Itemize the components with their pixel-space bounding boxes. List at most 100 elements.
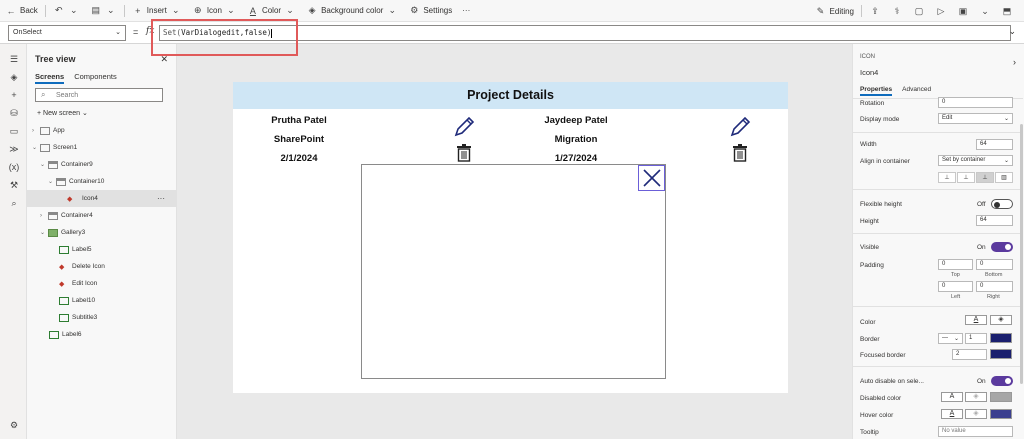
focused-border-color-swatch[interactable] — [990, 349, 1012, 359]
checker-button[interactable]: ⚕ — [886, 0, 908, 22]
settings-button[interactable]: ⚙ Settings — [403, 0, 457, 22]
property-dropdown[interactable]: OnSelect ⌄ — [8, 25, 126, 41]
toolbar-right-group: ✎ Editing ⇪ ⚕ ▢ ▷ ▣ ⌄ ⬒ — [810, 0, 1018, 22]
auto-disable-toggle[interactable] — [991, 376, 1013, 386]
border-color-swatch[interactable] — [990, 333, 1012, 343]
align-stretch-button[interactable]: ▥ — [995, 172, 1013, 183]
delete-trash-icon[interactable] — [456, 144, 472, 162]
width-input[interactable]: 64 — [976, 139, 1013, 150]
align-center-button[interactable]: ⊥ — [957, 172, 975, 183]
chevron-right-icon[interactable]: › — [1013, 57, 1016, 67]
tab-properties[interactable]: Properties — [860, 86, 893, 96]
tree-search-input[interactable]: ⌕ Search — [35, 88, 163, 102]
share-button[interactable]: ⇪ — [864, 0, 886, 22]
new-screen-button[interactable]: + New screen ⌄ — [37, 109, 88, 117]
focused-border-input[interactable]: 2 — [952, 349, 987, 360]
tree-node-subtitle3[interactable]: Subtitle3 — [27, 309, 177, 326]
hover-color-swatch[interactable] — [990, 409, 1012, 419]
editing-button[interactable]: ✎ Editing — [810, 0, 859, 22]
align-end-button[interactable]: ⊥ — [976, 172, 994, 183]
align-start-button[interactable]: ⊥ — [938, 172, 956, 183]
height-input[interactable]: 64 — [976, 215, 1013, 226]
visible-toggle[interactable] — [991, 242, 1013, 252]
save-options-button[interactable]: ⌄ — [974, 0, 996, 22]
back-button[interactable]: ← Back — [0, 0, 43, 22]
hover-fill-swatch[interactable]: ◈ — [965, 409, 987, 419]
tree-node-label: Container10 — [69, 178, 105, 185]
equals-sign: = — [133, 27, 139, 37]
undo-button[interactable]: ↶ ⌄ — [48, 0, 85, 22]
disabled-fill-swatch[interactable]: ◈ — [965, 392, 987, 402]
disabled-text-color-swatch[interactable]: A — [941, 392, 963, 402]
publish-button[interactable]: ⬒ — [996, 0, 1018, 22]
tree-node-label6[interactable]: Label6 — [27, 326, 177, 343]
settings-rail-icon[interactable]: ⚙ — [8, 420, 20, 432]
card-project: SharePoint — [273, 134, 325, 145]
tree-node-app[interactable]: › App — [27, 122, 177, 139]
search-rail-icon[interactable]: ⌕ — [8, 198, 20, 210]
padding-bottom-caption: Bottom — [985, 272, 1003, 278]
edit-pencil-icon[interactable] — [729, 116, 751, 138]
tree-node-delete-icon[interactable]: ◆ Delete Icon — [27, 258, 177, 275]
card-name: Jaydeep Patel — [544, 115, 608, 126]
border-style-dropdown[interactable]: — ⌄ — [938, 333, 963, 344]
comments-button[interactable]: ▢ — [908, 0, 930, 22]
tree-node-label10[interactable]: Label10 — [27, 292, 177, 309]
paste-button[interactable]: ▤ ⌄ — [85, 0, 122, 22]
play-button[interactable]: ▷ — [930, 0, 952, 22]
power-automate-icon[interactable]: ≫ — [8, 144, 20, 156]
stethoscope-icon: ⚕ — [894, 5, 900, 16]
edit-pencil-icon[interactable] — [453, 116, 475, 138]
properties-pane: ICON Icon4 › Properties Advanced Rotatio… — [852, 44, 1024, 439]
padding-top-input[interactable]: 0 — [938, 259, 973, 270]
tree-node-edit-icon[interactable]: ◆ Edit Icon — [27, 275, 177, 292]
padding-left-input[interactable]: 0 — [938, 281, 973, 292]
pencil-icon: ✎ — [816, 5, 825, 16]
close-icon[interactable] — [638, 165, 665, 191]
align-in-container-dropdown[interactable]: Set by container ⌄ — [938, 155, 1013, 166]
display-mode-dropdown[interactable]: Edit ⌄ — [938, 113, 1013, 124]
variables-icon[interactable]: (x) — [8, 162, 20, 174]
flexible-height-toggle[interactable] — [991, 199, 1013, 209]
gallery-icon — [48, 228, 58, 237]
tree-node-icon4[interactable]: ◆ Icon4 ··· — [27, 190, 177, 207]
clipboard-icon: ▤ — [91, 5, 101, 15]
data-icon[interactable]: ⛁ — [8, 108, 20, 120]
text-color-swatch[interactable]: A — [965, 315, 987, 325]
padding-bottom-input[interactable]: 0 — [976, 259, 1013, 270]
tab-screens[interactable]: Screens — [35, 72, 65, 84]
card-project: Migration — [554, 134, 598, 145]
properties-scrollbar[interactable] — [1020, 124, 1023, 384]
tab-advanced[interactable]: Advanced — [902, 86, 931, 96]
tree-node-label5[interactable]: Label5 — [27, 241, 177, 258]
tree-node-label: Container4 — [61, 212, 93, 219]
fill-color-swatch[interactable]: ◈ — [990, 315, 1012, 325]
label-icon — [59, 313, 69, 322]
background-color-button[interactable]: ◈ Background color ⌄ — [301, 0, 403, 22]
disabled-color-swatch[interactable] — [990, 392, 1012, 402]
tree-node-container9[interactable]: ⌄ Container9 — [27, 156, 177, 173]
tools-icon[interactable]: ⚒ — [8, 180, 20, 192]
save-button[interactable]: ▣ — [952, 0, 974, 22]
tab-components[interactable]: Components — [74, 72, 117, 84]
delete-trash-icon[interactable] — [732, 144, 748, 162]
layers-icon[interactable]: ◈ — [8, 72, 20, 84]
more-button[interactable]: ··· — [457, 0, 475, 22]
hover-text-color-swatch[interactable]: A — [941, 409, 963, 419]
new-screen-label: + New screen — [37, 110, 80, 117]
tree-node-container10[interactable]: ⌄ Container10 — [27, 173, 177, 190]
padding-right-input[interactable]: 0 — [976, 281, 1013, 292]
tree-node-screen1[interactable]: ⌄ Screen1 — [27, 139, 177, 156]
tree-node-label: Label5 — [72, 246, 92, 253]
expand-formula-icon[interactable]: ⌄ — [1008, 26, 1016, 37]
rotation-input[interactable]: 0 — [938, 97, 1013, 108]
media-icon[interactable]: ▭ — [8, 126, 20, 138]
insert-plus-icon[interactable]: + — [8, 90, 20, 102]
menu-icon[interactable]: ☰ — [8, 54, 20, 66]
tree-node-container4[interactable]: › Container4 — [27, 207, 177, 224]
border-thickness-input[interactable]: 1 — [965, 333, 987, 344]
tree-node-gallery3[interactable]: ⌄ Gallery3 — [27, 224, 177, 241]
tooltip-input[interactable]: No value — [938, 426, 1013, 437]
dialog-container[interactable] — [361, 164, 666, 379]
more-options-icon[interactable]: ··· — [157, 194, 165, 203]
